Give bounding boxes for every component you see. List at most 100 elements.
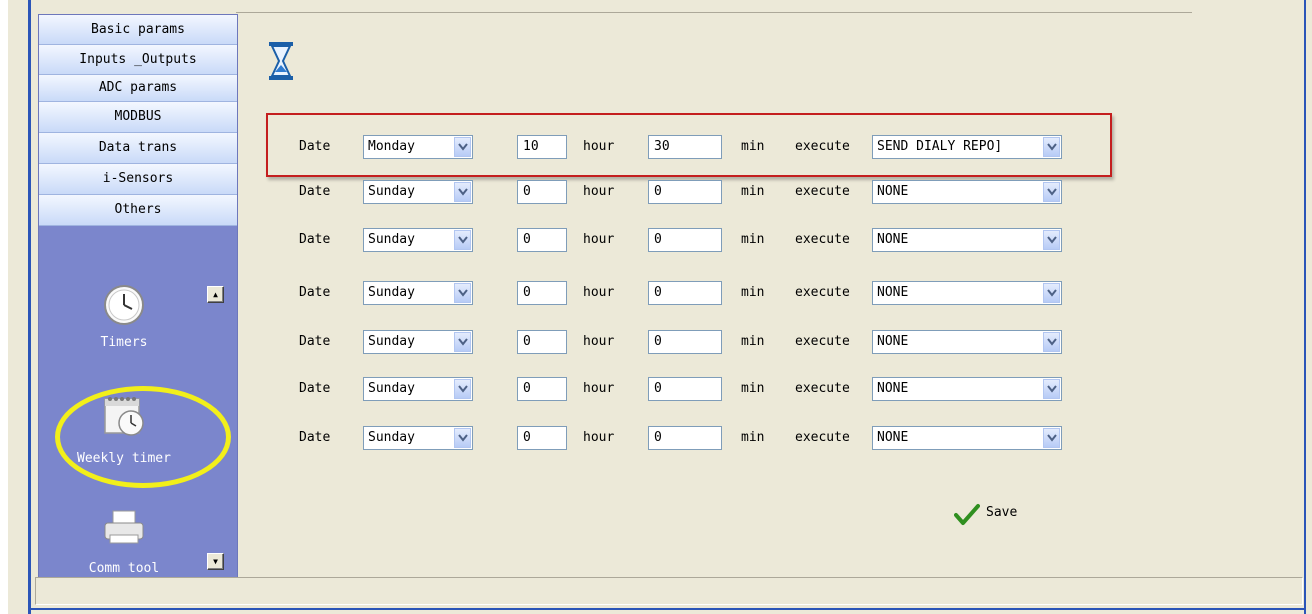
timer-row: Date Monday 10 hour 30 min execute SEND DIALY R… — [0, 135, 1312, 161]
hour-input[interactable]: 0 — [517, 180, 567, 204]
day-select-value: Sunday — [368, 285, 415, 300]
chevron-down-icon — [454, 137, 471, 157]
hour-input[interactable]: 0 — [517, 281, 567, 305]
timer-row: Date Sunday 0 hour 0 min execute NONE — [0, 281, 1312, 307]
timer-row: Date Sunday 0 hour 0 min execute NONE — [0, 377, 1312, 403]
window-frame-right — [1304, 0, 1306, 614]
minute-input[interactable]: 30 — [648, 135, 722, 159]
hour-input-value: 0 — [523, 285, 531, 300]
chevron-down-icon — [1043, 283, 1060, 303]
execute-label: execute — [795, 139, 850, 154]
execute-label: execute — [795, 430, 850, 445]
category-basic-params[interactable]: Basic params — [39, 15, 237, 45]
hour-input-value: 0 — [523, 184, 531, 199]
day-select[interactable]: Monday — [363, 135, 473, 159]
day-select-value: Sunday — [368, 430, 415, 445]
execute-label: execute — [795, 232, 850, 247]
chevron-down-icon — [454, 182, 471, 202]
date-label: Date — [299, 232, 331, 247]
minute-input-value: 0 — [654, 381, 662, 396]
action-select[interactable]: NONE — [872, 377, 1062, 401]
timer-row: Date Sunday 0 hour 0 min execute NONE — [0, 330, 1312, 356]
date-label: Date — [299, 430, 331, 445]
window-frame-bottom — [28, 608, 1306, 610]
hour-label: hour — [583, 430, 615, 445]
minute-input[interactable]: 0 — [648, 228, 722, 252]
action-select-value: NONE — [877, 430, 909, 445]
min-label: min — [741, 285, 765, 300]
day-select-value: Sunday — [368, 184, 415, 199]
execute-label: execute — [795, 285, 850, 300]
hour-input[interactable]: 10 — [517, 135, 567, 159]
action-select-value: NONE — [877, 381, 909, 396]
minute-input[interactable]: 0 — [648, 281, 722, 305]
min-label: min — [741, 334, 765, 349]
execute-label: execute — [795, 334, 850, 349]
day-select[interactable]: Sunday — [363, 228, 473, 252]
day-select[interactable]: Sunday — [363, 330, 473, 354]
action-select-value: NONE — [877, 334, 909, 349]
hour-label: hour — [583, 184, 615, 199]
min-label: min — [741, 430, 765, 445]
hour-label: hour — [583, 139, 615, 154]
save-button[interactable]: Save — [954, 500, 1054, 530]
action-select-value: NONE — [877, 184, 909, 199]
chevron-down-icon — [454, 283, 471, 303]
execute-label: execute — [795, 381, 850, 396]
content-top-divider — [236, 12, 1192, 13]
action-select-value: NONE — [877, 232, 909, 247]
date-label: Date — [299, 381, 331, 396]
minute-input-value: 30 — [654, 139, 670, 154]
chevron-down-icon — [1043, 428, 1060, 448]
hour-label: hour — [583, 232, 615, 247]
action-select-value: SEND DIALY REPO] — [877, 139, 1003, 154]
chevron-down-icon — [454, 379, 471, 399]
day-select[interactable]: Sunday — [363, 281, 473, 305]
printer-icon — [104, 510, 144, 544]
min-label: min — [741, 232, 765, 247]
chevron-down-icon — [454, 230, 471, 250]
minute-input[interactable]: 0 — [648, 377, 722, 401]
tool-comm-tool[interactable]: Comm tool — [39, 509, 209, 576]
min-label: min — [741, 381, 765, 396]
category-modbus[interactable]: MODBUS — [39, 102, 237, 133]
day-select[interactable]: Sunday — [363, 377, 473, 401]
minute-input[interactable]: 0 — [648, 330, 722, 354]
action-select[interactable]: NONE — [872, 180, 1062, 204]
action-select[interactable]: NONE — [872, 330, 1062, 354]
hour-input[interactable]: 0 — [517, 426, 567, 450]
hour-input-value: 0 — [523, 334, 531, 349]
action-select[interactable]: NONE — [872, 228, 1062, 252]
minute-input-value: 0 — [654, 232, 662, 247]
hour-input-value: 0 — [523, 232, 531, 247]
minute-input-value: 0 — [654, 430, 662, 445]
hour-input[interactable]: 0 — [517, 228, 567, 252]
hour-input[interactable]: 0 — [517, 330, 567, 354]
day-select[interactable]: Sunday — [363, 426, 473, 450]
action-select[interactable]: SEND DIALY REPO] — [872, 135, 1062, 159]
hour-label: hour — [583, 334, 615, 349]
timer-row: Date Sunday 0 hour 0 min execute NONE — [0, 180, 1312, 206]
day-select-value: Sunday — [368, 381, 415, 396]
hour-label: hour — [583, 285, 615, 300]
window-frame-left — [28, 0, 31, 614]
scroll-down-button[interactable]: ▼ — [207, 553, 224, 570]
category-adc-params[interactable]: ADC params — [39, 75, 237, 102]
checkmark-icon — [954, 504, 980, 525]
action-select[interactable]: NONE — [872, 426, 1062, 450]
minute-input[interactable]: 0 — [648, 180, 722, 204]
action-select-value: NONE — [877, 285, 909, 300]
chevron-down-icon — [1043, 230, 1060, 250]
category-inputs-outputs[interactable]: Inputs _Outputs — [39, 45, 237, 75]
minute-input[interactable]: 0 — [648, 426, 722, 450]
status-bar — [35, 577, 1303, 605]
hour-input-value: 0 — [523, 430, 531, 445]
day-select[interactable]: Sunday — [363, 180, 473, 204]
day-select-value: Sunday — [368, 334, 415, 349]
save-button-label: Save — [986, 505, 1018, 520]
action-select[interactable]: NONE — [872, 281, 1062, 305]
execute-label: execute — [795, 184, 850, 199]
day-select-value: Sunday — [368, 232, 415, 247]
timer-row: Date Sunday 0 hour 0 min execute NONE — [0, 228, 1312, 254]
hour-input[interactable]: 0 — [517, 377, 567, 401]
